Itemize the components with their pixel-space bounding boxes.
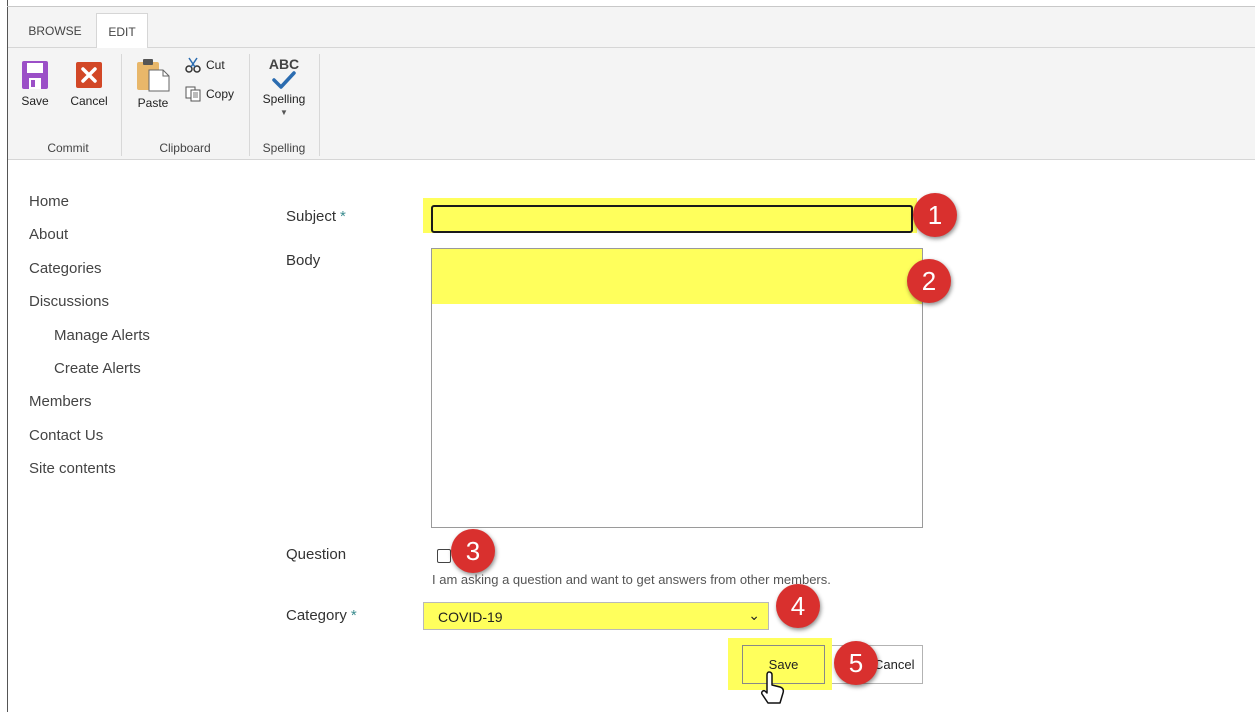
group-divider (319, 54, 320, 156)
question-label: Question (286, 546, 347, 563)
step-marker-4: 4 (776, 584, 820, 628)
category-select[interactable]: COVID-19 ⌄ (423, 602, 769, 630)
nav-item-about[interactable]: About (29, 226, 68, 243)
cancel-ribbon-button[interactable]: Cancel (68, 60, 110, 108)
nav-item-members[interactable]: Members (29, 393, 92, 410)
chevron-down-icon: ⌄ (748, 607, 760, 623)
paste-button[interactable]: Paste (132, 56, 174, 110)
category-selected-value: COVID-19 (438, 609, 503, 625)
nav-item-categories[interactable]: Categories (29, 260, 102, 277)
category-label: Category * (286, 607, 357, 624)
nav-item-home[interactable]: Home (29, 193, 69, 210)
spelling-group-label: Spelling (262, 141, 306, 155)
paste-label: Paste (137, 96, 169, 110)
cancel-icon (76, 62, 102, 88)
spelling-label: Spelling (262, 92, 306, 106)
body-editor[interactable] (431, 248, 923, 528)
subject-label: Subject * (286, 208, 346, 225)
question-hint: I am asking a question and want to get a… (432, 572, 831, 587)
subject-label-text: Subject (286, 208, 337, 225)
spelling-check-icon (272, 71, 296, 89)
body-highlight (432, 249, 922, 304)
step-marker-2: 2 (907, 259, 951, 303)
spelling-dropdown-arrow-icon: ▼ (280, 108, 288, 117)
required-asterisk: * (350, 607, 357, 624)
category-label-text: Category (286, 607, 347, 624)
spelling-button[interactable]: ABC Spelling ▼ (258, 56, 310, 117)
copy-icon (185, 86, 201, 102)
nav-item-create-alerts[interactable]: Create Alerts (54, 360, 141, 377)
save-icon (22, 61, 48, 89)
commit-group-label: Commit (47, 141, 89, 155)
nav-item-contact-us[interactable]: Contact Us (29, 427, 103, 444)
ribbon-tab-bar: BROWSE EDIT (8, 7, 1255, 49)
body-label: Body (286, 252, 321, 269)
tab-browse[interactable]: BROWSE (20, 13, 90, 49)
step-marker-3: 3 (451, 529, 495, 573)
copy-button[interactable]: Copy (184, 85, 234, 103)
step-marker-1: 1 (913, 193, 957, 237)
nav-item-discussions[interactable]: Discussions (29, 293, 109, 310)
pointer-cursor-icon (761, 671, 785, 704)
cut-button[interactable]: Cut (184, 56, 225, 74)
ribbon: Save Cancel Commit Paste Cut Copy Clipbo… (8, 48, 1255, 160)
spelling-abc-text: ABC (268, 56, 300, 72)
nav-item-manage-alerts[interactable]: Manage Alerts (54, 327, 150, 344)
required-asterisk: * (340, 208, 346, 225)
clipboard-group-label: Clipboard (159, 141, 211, 155)
question-checkbox[interactable] (437, 549, 451, 563)
cancel-ribbon-label: Cancel (70, 94, 108, 108)
subject-input[interactable] (431, 205, 913, 233)
cut-icon (185, 57, 201, 73)
tab-edit[interactable]: EDIT (96, 13, 148, 49)
cut-label: Cut (206, 58, 225, 72)
save-ribbon-button[interactable]: Save (18, 60, 52, 108)
nav-item-site-contents[interactable]: Site contents (29, 460, 116, 477)
save-ribbon-label: Save (21, 94, 49, 108)
group-divider (249, 54, 250, 156)
step-marker-5: 5 (834, 641, 878, 685)
copy-label: Copy (206, 87, 235, 101)
group-divider (121, 54, 122, 156)
paste-icon (137, 59, 170, 92)
